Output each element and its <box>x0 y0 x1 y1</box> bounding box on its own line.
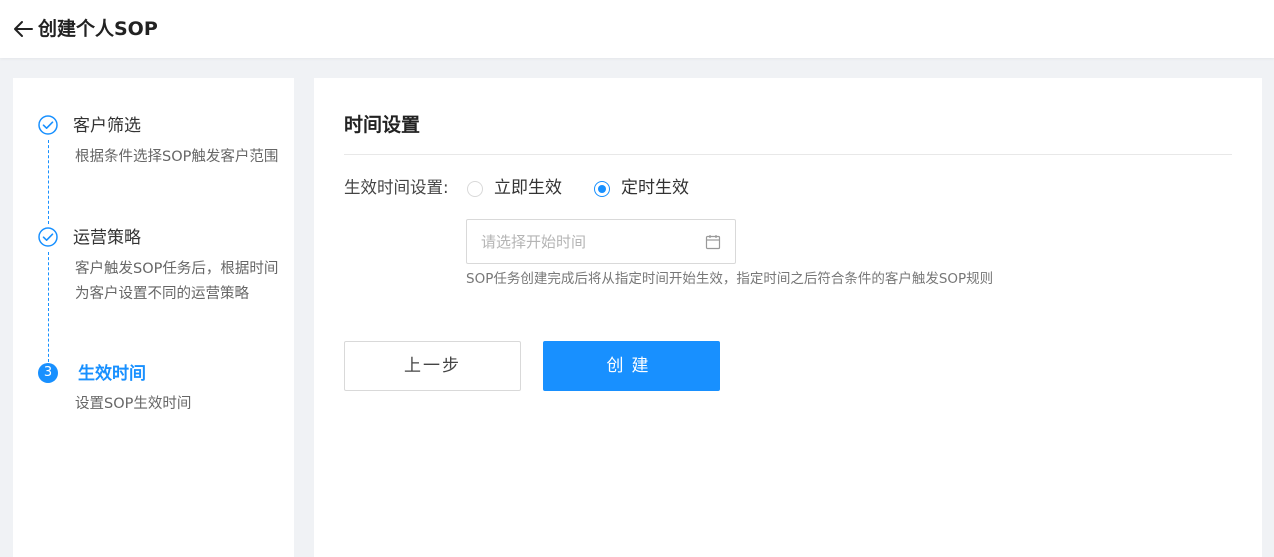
radio-immediate[interactable] <box>467 181 483 197</box>
create-button[interactable]: 创建 <box>543 341 720 391</box>
arrow-left-icon[interactable] <box>12 18 34 40</box>
check-circle-icon <box>38 227 58 247</box>
radio-scheduled[interactable] <box>594 181 610 197</box>
page-title: 创建个人SOP <box>38 18 158 40</box>
divider <box>344 154 1232 155</box>
radio-immediate-label[interactable]: 立即生效 <box>494 176 562 200</box>
calendar-icon <box>705 235 721 250</box>
start-time-placeholder: 请选择开始时间 <box>481 233 587 251</box>
check-circle-icon <box>38 115 58 135</box>
step-desc-customer-filter: 根据条件选择SOP触发客户范围 <box>75 149 279 165</box>
step-desc-effective-time: 设置SOP生效时间 <box>75 396 192 412</box>
top-header: 创建个人SOP <box>0 0 1274 58</box>
step-title-customer-filter: 客户筛选 <box>73 116 141 136</box>
step-number-badge: 3 <box>38 363 58 383</box>
section-title: 时间设置 <box>344 114 421 136</box>
step-title-effective-time: 生效时间 <box>78 364 146 384</box>
start-time-picker[interactable]: 请选择开始时间 <box>466 219 736 264</box>
prev-step-button[interactable]: 上一步 <box>344 341 521 391</box>
main-panel: 时间设置 生效时间设置: 立即生效 定时生效 请选择开始时间 SOP任务创建完成… <box>314 78 1262 557</box>
schedule-hint: SOP任务创建完成后将从指定时间开始生效，指定时间之后符合条件的客户触发SOP规… <box>466 271 994 287</box>
radio-scheduled-label[interactable]: 定时生效 <box>621 176 689 200</box>
step-connector <box>48 140 49 224</box>
steps-panel: 客户筛选 根据条件选择SOP触发客户范围 运营策略 客户触发SOP任务后，根据时… <box>13 78 294 557</box>
effective-time-label: 生效时间设置: <box>344 178 449 197</box>
step-connector <box>48 252 49 362</box>
step-desc-operation-strategy: 客户触发SOP任务后，根据时间为客户设置不同的运营策略 <box>75 261 279 302</box>
step-title-operation-strategy: 运营策略 <box>73 228 141 248</box>
